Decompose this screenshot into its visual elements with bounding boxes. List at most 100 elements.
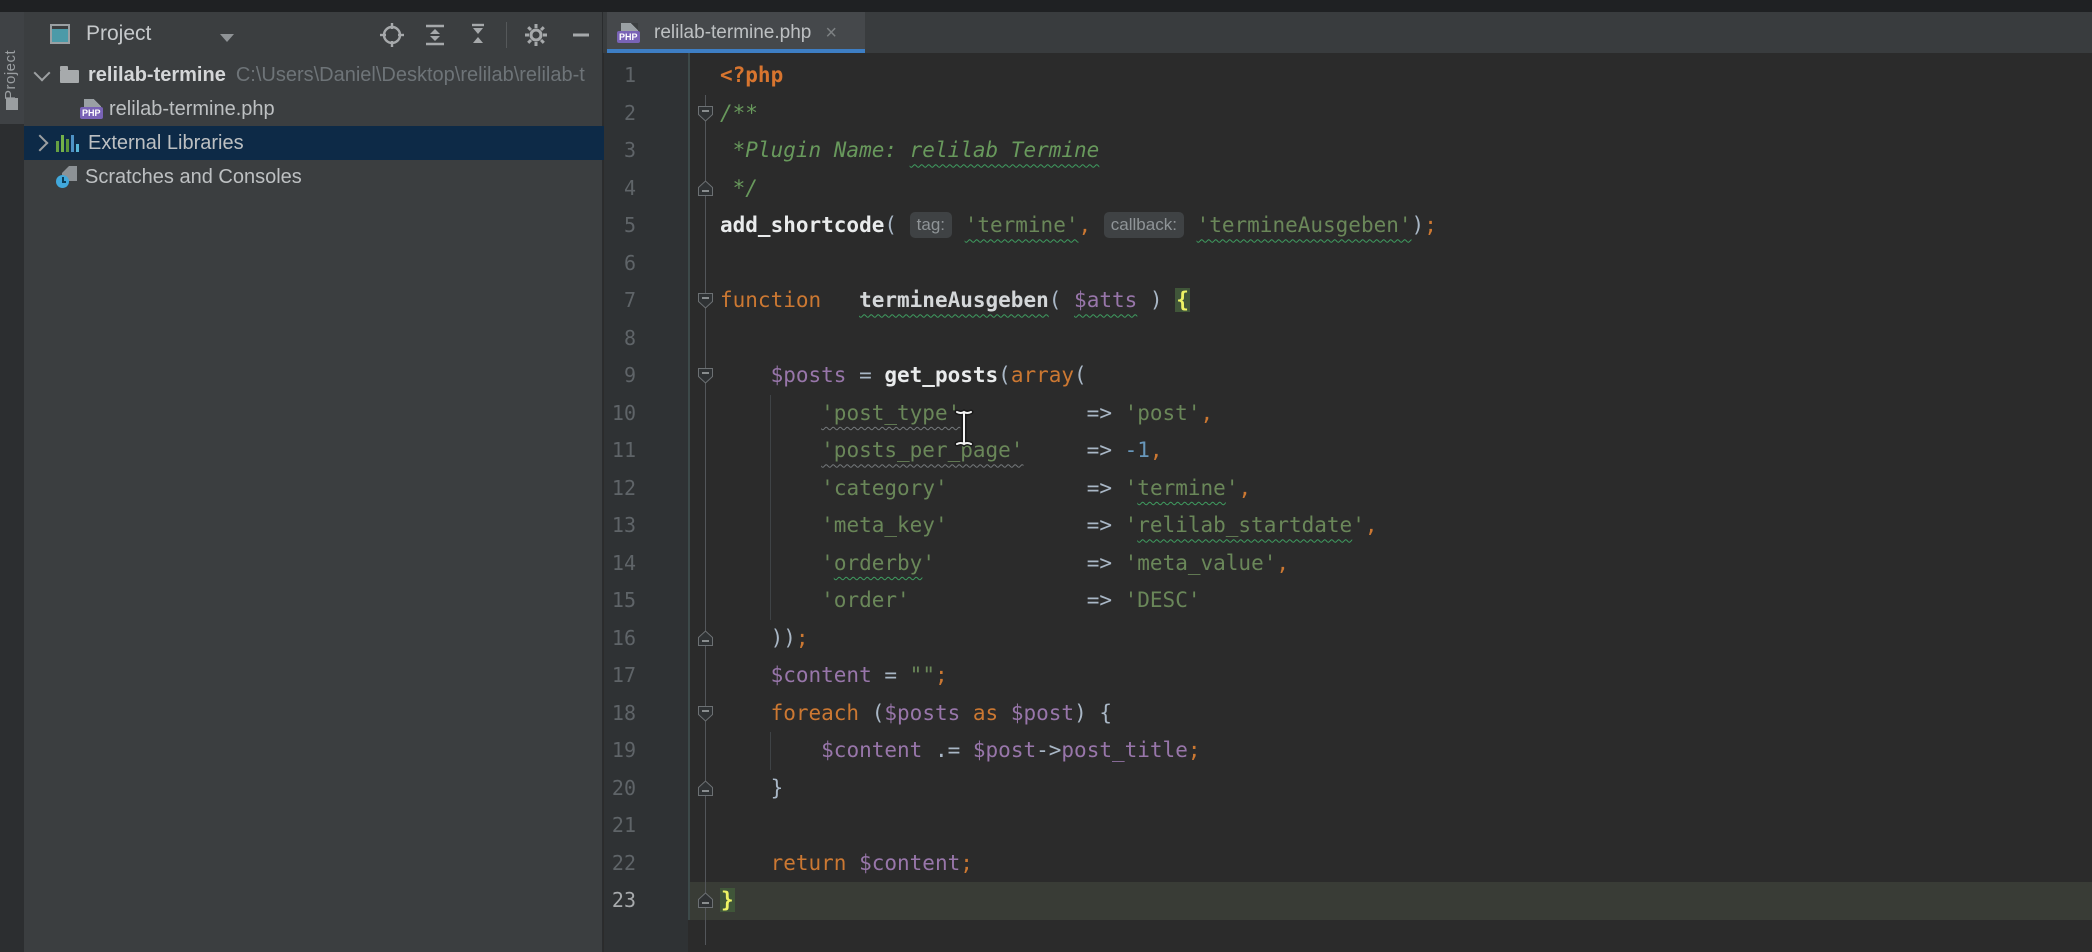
token: , <box>1150 438 1163 462</box>
token <box>1184 213 1197 237</box>
line-number[interactable]: 14 <box>600 545 636 583</box>
token <box>960 401 1086 425</box>
code-line-9[interactable]: $posts = get_posts(array( <box>720 357 2020 395</box>
line-number[interactable]: 16 <box>600 620 636 658</box>
line-number[interactable]: 7 <box>600 282 636 320</box>
fold-collapse-icon[interactable] <box>697 367 714 384</box>
token: get_posts <box>884 363 998 387</box>
code-line-1[interactable]: <?php <box>720 57 2020 95</box>
code-line-17[interactable]: $content = ""; <box>720 657 2020 695</box>
token <box>720 513 821 537</box>
code-line-21[interactable] <box>720 807 2020 845</box>
code-line-6[interactable] <box>720 245 2020 283</box>
code-line-22[interactable]: return $content; <box>720 845 2020 883</box>
token: 'posts_per_page' <box>821 438 1023 462</box>
line-number[interactable]: 6 <box>600 245 636 283</box>
token: ' <box>821 476 834 500</box>
token: 'post_type' <box>821 401 960 425</box>
code-line-11[interactable]: 'posts_per_page' => -1, <box>720 432 2020 470</box>
token: foreach <box>771 701 860 725</box>
token <box>846 851 859 875</box>
fold-end-icon[interactable] <box>697 780 714 797</box>
token <box>720 438 821 462</box>
line-number[interactable]: 4 <box>600 170 636 208</box>
code-line-18[interactable]: foreach ($posts as $post) { <box>720 695 2020 733</box>
code-line-12[interactable]: 'category' => 'termine', <box>720 470 2020 508</box>
token: ' <box>1226 476 1239 500</box>
code-line-13[interactable]: 'meta_key' => 'relilab_startdate', <box>720 507 2020 545</box>
token: => <box>1087 476 1125 500</box>
token: , <box>1365 513 1378 537</box>
code-line-7[interactable]: function termineAusgeben( $atts ) { <box>720 282 2020 320</box>
code-line-3[interactable]: *Plugin Name: relilab Termine <box>720 132 2020 170</box>
fold-end-icon[interactable] <box>697 892 714 909</box>
token: ; <box>935 663 948 687</box>
code-line-14[interactable]: 'orderby' => 'meta_value', <box>720 545 2020 583</box>
line-number[interactable]: 10 <box>600 395 636 433</box>
token: } <box>720 776 783 800</box>
fold-collapse-icon[interactable] <box>697 105 714 122</box>
line-number[interactable]: 2 <box>600 95 636 133</box>
token: = <box>872 663 910 687</box>
token: $atts <box>1074 288 1137 312</box>
token: , <box>1200 401 1213 425</box>
code-line-19[interactable]: $content .= $post->post_title; <box>720 732 2020 770</box>
fold-collapse-icon[interactable] <box>697 705 714 722</box>
line-number[interactable]: 3 <box>600 132 636 170</box>
fold-collapse-icon[interactable] <box>697 292 714 309</box>
code-line-15[interactable]: 'order' => 'DESC' <box>720 582 2020 620</box>
token: termineAusgeben <box>859 288 1049 312</box>
token: 'DESC' <box>1125 588 1201 612</box>
line-number[interactable]: 22 <box>600 845 636 883</box>
code-line-20[interactable]: } <box>720 770 2020 808</box>
line-number[interactable]: 17 <box>600 657 636 695</box>
token <box>720 551 821 575</box>
token <box>720 588 821 612</box>
line-number[interactable]: 13 <box>600 507 636 545</box>
code-line-8[interactable] <box>720 320 2020 358</box>
token: ' <box>935 476 948 500</box>
code-line-10[interactable]: 'post_type' => 'post', <box>720 395 2020 433</box>
line-number[interactable]: 11 <box>600 432 636 470</box>
code-line-16[interactable]: )); <box>720 620 2020 658</box>
token: $post <box>1011 701 1074 725</box>
line-number[interactable]: 5 <box>600 207 636 245</box>
token <box>720 401 821 425</box>
fold-end-icon[interactable] <box>697 180 714 197</box>
code-line-23[interactable]: } <box>720 882 2020 920</box>
token: ; <box>1424 213 1437 237</box>
token: */ <box>720 176 758 200</box>
line-number[interactable]: 12 <box>600 470 636 508</box>
fold-end-icon[interactable] <box>697 630 714 647</box>
token: ; <box>1188 738 1201 762</box>
line-number[interactable]: 18 <box>600 695 636 733</box>
line-number[interactable]: 21 <box>600 807 636 845</box>
token: "" <box>910 663 935 687</box>
line-number[interactable]: 1 <box>600 57 636 95</box>
line-number[interactable]: 23 <box>600 882 636 920</box>
token: ' <box>1125 476 1138 500</box>
code-line-5[interactable]: add_shortcode( tag: 'termine', callback:… <box>720 207 2020 245</box>
token: array <box>1011 363 1074 387</box>
line-number[interactable]: 20 <box>600 770 636 808</box>
fold-scope-line <box>705 95 706 945</box>
token: => <box>1087 513 1125 537</box>
token: , <box>1238 476 1251 500</box>
line-number[interactable]: 8 <box>600 320 636 358</box>
line-number[interactable]: 15 <box>600 582 636 620</box>
token: callback: <box>1104 212 1184 238</box>
token: category <box>834 476 935 500</box>
code-line-2[interactable]: /** <box>720 95 2020 133</box>
token: ) { <box>1074 701 1112 725</box>
token: relilab_startdate <box>1137 513 1352 537</box>
token: -> <box>1036 738 1061 762</box>
line-number[interactable]: 9 <box>600 357 636 395</box>
token <box>948 476 1087 500</box>
token: , <box>1276 551 1289 575</box>
token <box>935 551 1087 575</box>
token: 'termineAusgeben' <box>1197 213 1412 237</box>
code-editor[interactable]: 1 <?php 2 /** 3 *Plugin Name: relilab Termin… <box>0 0 2092 952</box>
code-line-4[interactable]: */ <box>720 170 2020 208</box>
line-number[interactable]: 19 <box>600 732 636 770</box>
token: ' <box>821 551 834 575</box>
